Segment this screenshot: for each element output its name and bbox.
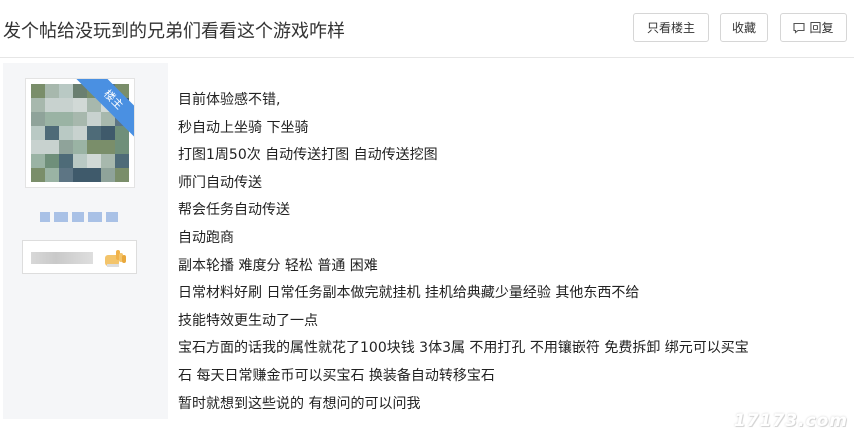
reply-button[interactable]: 回复 [780, 13, 847, 42]
post-line: 日常材料好刷 日常任务副本做完就挂机 挂机给典藏少量经验 其他东西不给 [178, 285, 640, 302]
badge-text-blurred [31, 252, 93, 264]
comment-icon [793, 22, 806, 34]
thread-header: 发个帖给没玩到的兄弟们看看这个游戏咋样 只看楼主 收藏 回复 [0, 0, 854, 58]
post-content: 目前体验感不错, 秒自动上坐骑 下坐骑打图1周50次 自动传送打图 自动传送挖图师… [178, 87, 848, 418]
avatar[interactable]: 楼主 [25, 78, 135, 188]
post-line: 自动跑商 [178, 229, 234, 246]
author-sidebar: 楼主 [3, 63, 168, 419]
only-op-button[interactable]: 只看楼主 [633, 13, 709, 42]
reply-label: 回复 [809, 21, 834, 35]
post-line: 技能特效更生动了一点 [178, 312, 318, 329]
favorite-button[interactable]: 收藏 [720, 13, 768, 42]
site-watermark: 17173.com [733, 411, 848, 431]
post-line: 宝石方面的话我的属性就花了100块钱 3体3属 不用打孔 不用镶嵌符 免费拆卸 … [178, 340, 749, 357]
username-blurred[interactable] [40, 212, 120, 222]
post-line: 打图1周50次 自动传送打图 自动传送挖图 [178, 147, 438, 164]
post-line: 副本轮播 难度分 轻松 普通 困难 [178, 257, 378, 274]
post-line: 石 每天日常赚金币可以买宝石 换装备自动转移宝石 [178, 367, 495, 384]
post-line: 师门自动传送 [178, 174, 262, 191]
hand-icon [105, 250, 126, 267]
post-line: 目前体验感不错, [178, 92, 281, 108]
post-line: 帮会任务自动传送 [178, 202, 290, 219]
thread-title: 发个帖给没玩到的兄弟们看看这个游戏咋样 [3, 21, 345, 42]
post-line: 秒自动上坐骑 下坐骑 [178, 119, 309, 136]
user-badge [22, 240, 137, 274]
